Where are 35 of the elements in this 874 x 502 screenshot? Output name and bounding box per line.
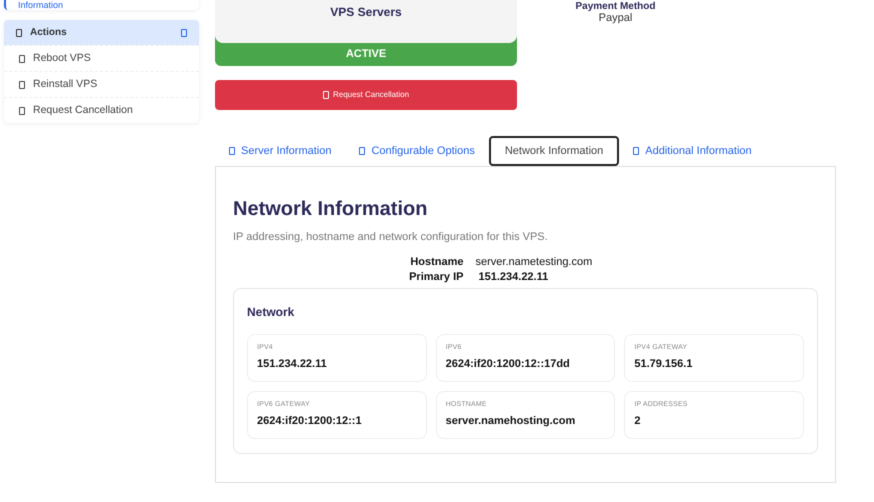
sidebar-item[interactable]: Information: [18, 0, 64, 10]
field-value: 51.79.156.1: [634, 357, 694, 372]
panel-description: IP addressing, hostname and network configuration for this VPS.: [233, 230, 549, 245]
panel-title: Network Information: [233, 197, 428, 221]
actions-header[interactable]: Actions: [4, 20, 199, 45]
product-name: VPS Servers: [330, 4, 402, 21]
square-icon: [16, 28, 22, 36]
payment-label: Payment Method: [575, 1, 656, 12]
square-icon: [633, 147, 640, 155]
field-value: 2624:if20:1200:12::1: [257, 414, 363, 429]
field-value: 151.234.22.11: [257, 357, 328, 372]
action-item[interactable]: Reboot VPS: [4, 45, 199, 71]
field-value: server.namehosting.com: [446, 414, 576, 429]
square-icon: [359, 147, 366, 155]
tab[interactable]: Network Information: [488, 136, 620, 166]
status-label: ACTIVE: [346, 47, 386, 62]
network-title: Network: [247, 304, 296, 320]
tab[interactable]: Additional Information: [619, 136, 766, 166]
cancel-button[interactable]: Request Cancellation: [215, 80, 517, 110]
summary-label: Hostname: [409, 254, 464, 270]
action-item[interactable]: Request Cancellation: [4, 97, 199, 123]
payment-value: Paypal: [598, 12, 632, 25]
field-value: 2: [634, 414, 642, 429]
square-icon: [19, 106, 25, 114]
square-icon: [19, 54, 25, 62]
summary-value: 151.234.22.11: [478, 270, 550, 284]
square-icon: [322, 91, 329, 99]
summary-label: Primary IP: [408, 270, 464, 284]
summary-value: server.nametesting.com: [476, 254, 594, 270]
square-icon: [229, 147, 235, 155]
tab[interactable]: Configurable Options: [345, 136, 489, 166]
field-value: 2624:if20:1200:12::17dd: [446, 357, 571, 372]
tab[interactable]: Server Information: [215, 136, 346, 166]
square-icon: [19, 80, 25, 88]
action-item[interactable]: Reinstall VPS: [4, 71, 199, 97]
